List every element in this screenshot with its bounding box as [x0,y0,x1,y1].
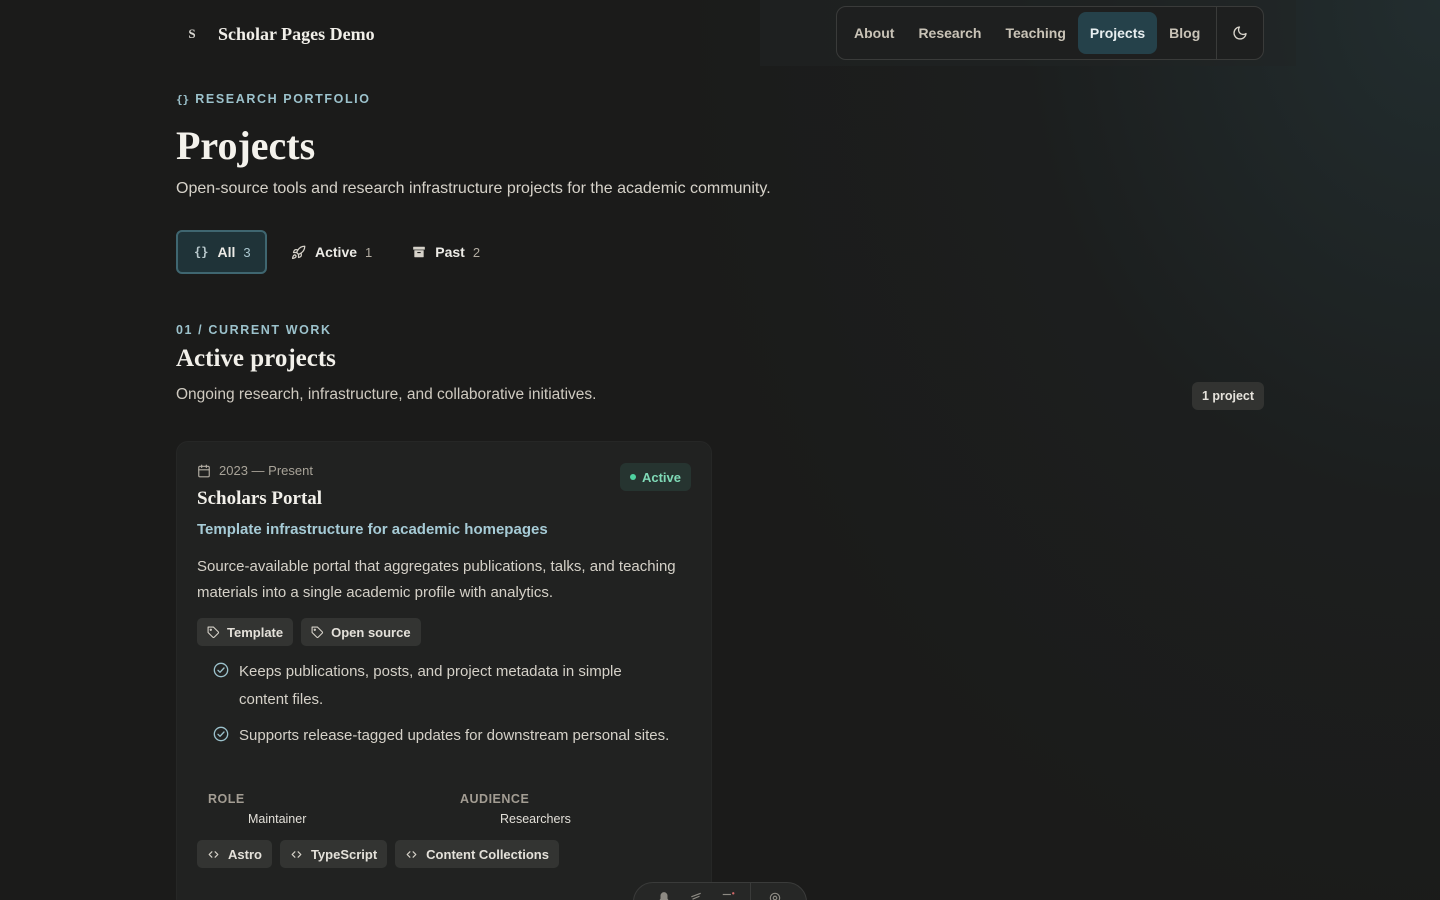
tag-icon [311,626,324,638]
tech-astro[interactable]: Astro [197,840,272,868]
braces-icon: {} [176,93,190,106]
project-date: 2023 — Present [197,463,313,478]
project-tags: Template Open source [197,618,429,646]
section-title: Active projects [176,345,336,372]
filter-count: 3 [243,244,251,260]
toolbar-bell-icon[interactable] [648,891,680,900]
role-value: Maintainer [248,812,307,826]
section-eyebrow: 01 / CURRENT WORK [176,323,332,337]
status-badge: Active [619,463,691,491]
section-description: Ongoing research, infrastructure, and co… [176,386,597,403]
site-brand[interactable]: S Scholar Pages Demo [176,20,375,48]
role-label: ROLE [208,792,245,806]
code-icon [406,850,417,858]
archive-icon [412,245,426,259]
list-item: Supports release-tagged updates for down… [213,722,673,750]
tech-stack: Astro TypeScript Content Collections [197,840,567,868]
audience-label: AUDIENCE [460,792,530,806]
list-item: Keeps publications, posts, and project m… [213,658,673,714]
filter-label: Active [315,244,358,260]
main-nav: About Research Teaching Projects Blog [836,6,1264,60]
floating-toolbar [633,882,807,900]
audience-value: Researchers [500,812,571,826]
tag-template[interactable]: Template [197,618,294,646]
calendar-icon [198,464,210,477]
audience-field: AUDIENCE Researchers [460,792,571,826]
moon-icon [1233,26,1247,40]
tech-label: Astro [228,846,262,862]
nav-item-teaching[interactable]: Teaching [993,12,1077,54]
project-card: 2023 — Present Active Scholars Portal Te… [176,441,712,900]
tech-typescript[interactable]: TypeScript [279,840,388,868]
status-label: Active [641,469,681,485]
toolbar-divider [750,883,751,900]
tech-label: TypeScript [310,846,378,862]
nav-item-research[interactable]: Research [906,12,993,54]
nav-item-blog[interactable]: Blog [1157,12,1212,54]
role-field: ROLE Maintainer [208,792,306,826]
project-count-badge: 1 project [1192,382,1264,410]
tag-icon [207,626,219,638]
filter-count: 1 [365,244,373,260]
tech-content-collections[interactable]: Content Collections [395,840,559,868]
theme-toggle-button[interactable] [1217,6,1263,60]
page-description: Open-source tools and research infrastru… [176,180,771,197]
tag-label: Template [227,624,284,640]
tech-label: Content Collections [426,846,549,862]
project-date-text: 2023 — Present [219,463,313,478]
tag-open-source[interactable]: Open source [301,618,421,646]
project-title: Scholars Portal [197,488,323,509]
rocket-icon [291,245,306,260]
code-icon [208,850,219,858]
brand-mark: S [188,26,196,41]
toolbar-menu-icon[interactable] [712,891,744,900]
project-description: Source-available portal that aggregates … [197,558,676,601]
project-filters: {} All 3 Active 1 Past 2 [176,230,504,274]
project-subtitle: Template infrastructure for academic hom… [197,521,548,538]
background-glow [700,0,1440,900]
toolbar-pointer-icon[interactable] [680,891,712,900]
filter-label: Past [435,244,465,260]
braces-icon: {} [194,245,209,259]
filter-count: 2 [472,244,481,260]
filter-label: All [217,244,236,260]
tag-label: Open source [331,624,411,640]
check-circle-icon [213,658,239,714]
toolbar-settings-icon[interactable] [759,891,791,900]
nav-item-about[interactable]: About [842,12,906,54]
project-highlights: Keeps publications, posts, and project m… [213,658,673,758]
page-eyebrow: {} RESEARCH PORTFOLIO [176,92,371,106]
page-eyebrow-label: RESEARCH PORTFOLIO [195,92,371,106]
highlight-text: Keeps publications, posts, and project m… [239,663,622,708]
page-title: Projects [176,123,316,168]
code-icon [291,850,302,858]
filter-all-button[interactable]: {} All 3 [176,230,267,274]
nav-item-projects[interactable]: Projects [1077,12,1158,54]
highlight-text: Supports release-tagged updates for down… [239,727,670,744]
brand-name: Scholar Pages Demo [218,23,375,44]
filter-past-button[interactable]: Past 2 [396,230,496,274]
filter-active-button[interactable]: Active 1 [275,230,388,274]
check-circle-icon [213,722,239,750]
status-dot [629,474,636,480]
